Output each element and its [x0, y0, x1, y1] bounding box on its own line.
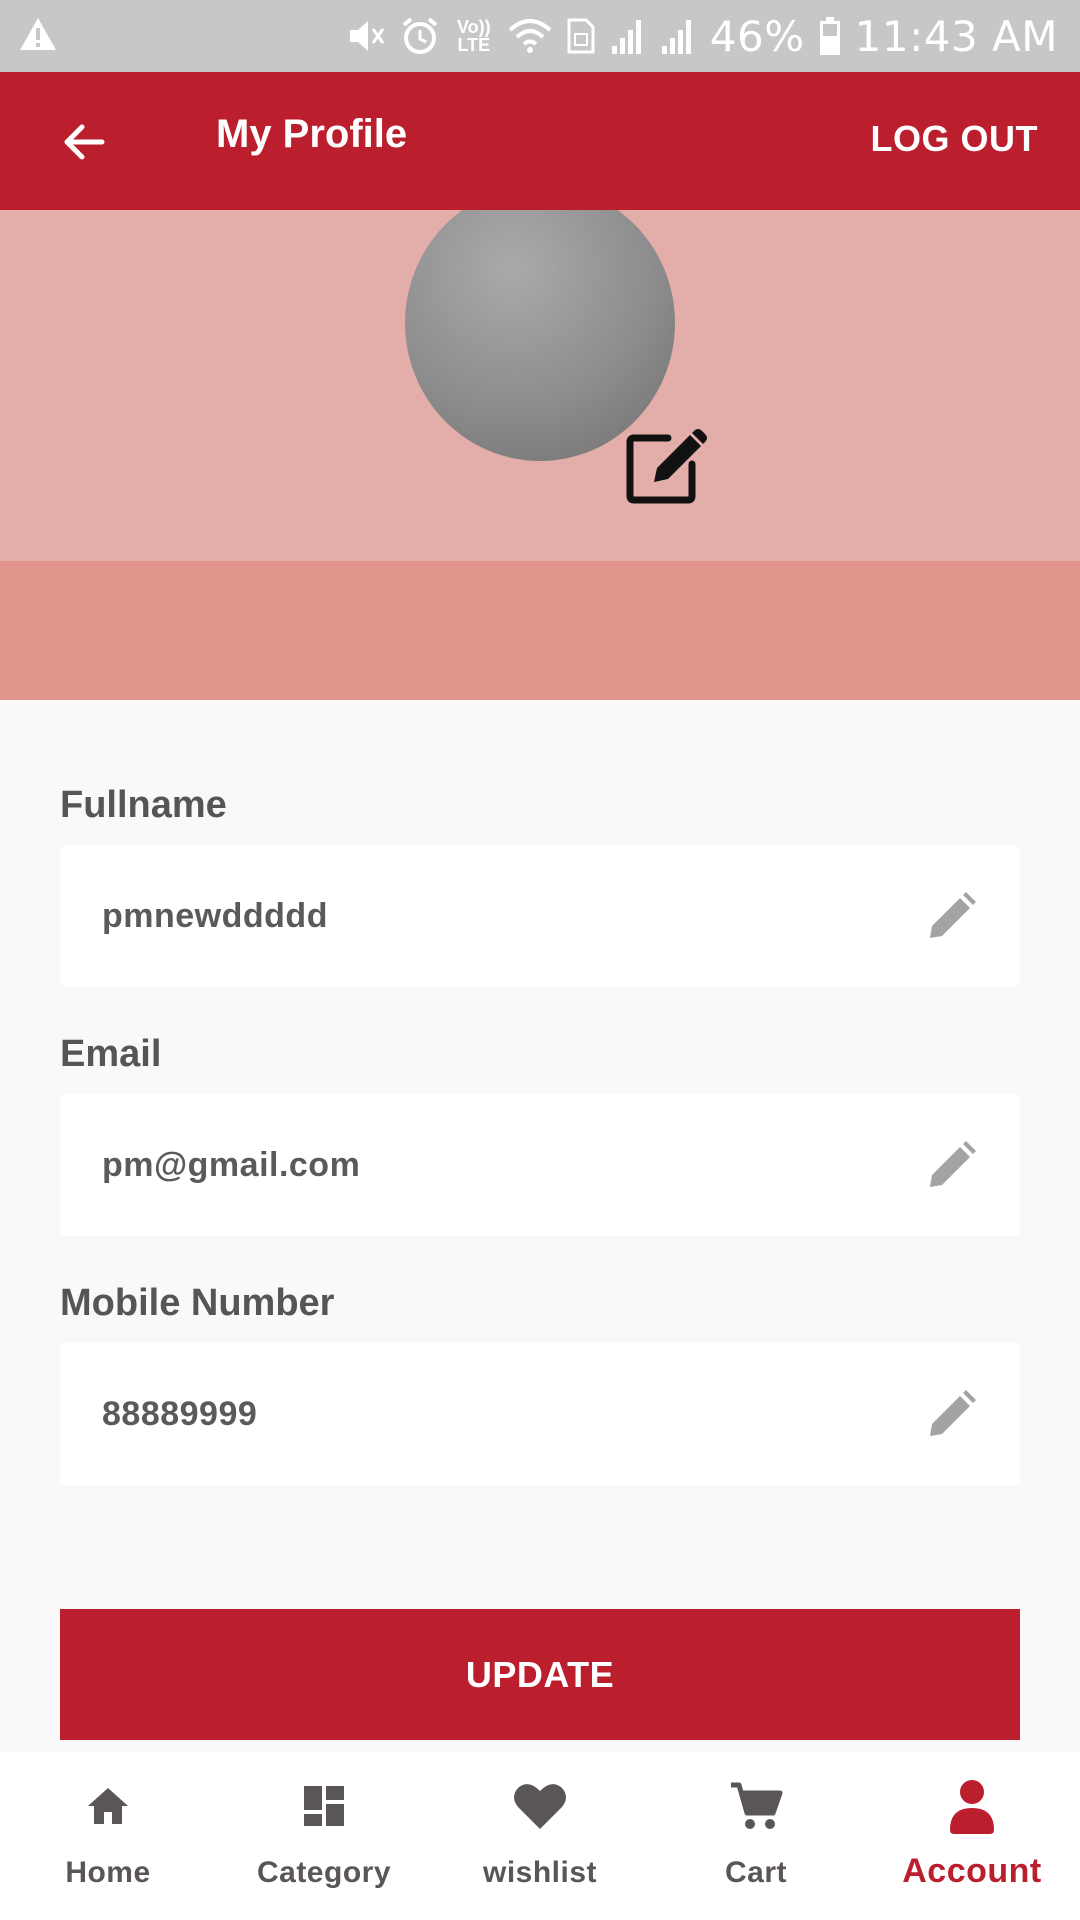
signal-icon: [610, 16, 646, 56]
signal-icon: [660, 16, 696, 56]
mobile-field[interactable]: 88889999: [60, 1343, 1020, 1485]
nav-item-account[interactable]: Account: [864, 1752, 1080, 1920]
fullname-value: pmnewddddd: [102, 896, 328, 935]
person-icon: [944, 1778, 1000, 1834]
nav-label-home: Home: [65, 1856, 151, 1889]
cart-icon: [728, 1778, 784, 1834]
fullname-field[interactable]: pmnewddddd: [60, 845, 1020, 987]
logout-button[interactable]: LOG OUT: [871, 118, 1039, 160]
avatar-edit-button[interactable]: [624, 424, 708, 508]
profile-form: Fullname pmnewddddd Email pm@gmail.com M…: [60, 780, 1020, 1485]
email-value: pm@gmail.com: [102, 1145, 361, 1184]
fullname-label: Fullname: [60, 784, 227, 826]
warning-icon: [18, 16, 58, 57]
mobile-label: Mobile Number: [60, 1282, 335, 1324]
update-button[interactable]: UPDATE: [60, 1609, 1020, 1740]
sim-icon: [566, 16, 596, 56]
alarm-icon: [400, 16, 440, 56]
nav-item-cart[interactable]: Cart: [648, 1752, 864, 1920]
heart-icon: [512, 1778, 568, 1834]
bottom-nav: Home Category wishlist Cart Account: [0, 1752, 1080, 1920]
mute-icon: [346, 16, 386, 56]
back-button[interactable]: [52, 114, 116, 170]
wifi-icon: [508, 16, 552, 56]
nav-item-home[interactable]: Home: [0, 1752, 216, 1920]
email-label: Email: [60, 1033, 162, 1075]
app-bar: My Profile LOG OUT: [0, 72, 1080, 210]
battery-percent: 46%: [709, 11, 805, 61]
home-icon: [80, 1778, 136, 1834]
battery-icon: [819, 16, 841, 56]
clock: 11:43 AM: [854, 11, 1058, 61]
nav-item-category[interactable]: Category: [216, 1752, 432, 1920]
nav-item-wishlist[interactable]: wishlist: [432, 1752, 648, 1920]
volte-icon: Vo)) LTE: [454, 18, 494, 54]
arrow-left-icon: [64, 124, 105, 160]
nav-label-wishlist: wishlist: [482, 1856, 598, 1889]
volte-label: Vo)) LTE: [456, 17, 491, 55]
profile-header: [0, 210, 1080, 561]
email-group: Email pm@gmail.com: [60, 1029, 1020, 1236]
pencil-icon[interactable]: [926, 1141, 976, 1191]
profile-header-band: [0, 561, 1080, 700]
nav-label-category: Category: [256, 1856, 392, 1889]
email-field[interactable]: pm@gmail.com: [60, 1094, 1020, 1236]
fullname-group: Fullname pmnewddddd: [60, 780, 1020, 987]
dashboard-icon: [296, 1778, 352, 1834]
pencil-icon[interactable]: [926, 1390, 976, 1440]
page-title: My Profile: [216, 112, 408, 156]
nav-label-cart: Cart: [724, 1856, 787, 1889]
status-bar: Vo)) LTE 46% 11:43 AM: [0, 0, 1080, 72]
mobile-group: Mobile Number 88889999: [60, 1278, 1020, 1485]
pencil-icon[interactable]: [926, 892, 976, 942]
edit-square-icon: [626, 429, 707, 504]
nav-label-account: Account: [902, 1852, 1042, 1890]
mobile-value: 88889999: [102, 1394, 258, 1433]
